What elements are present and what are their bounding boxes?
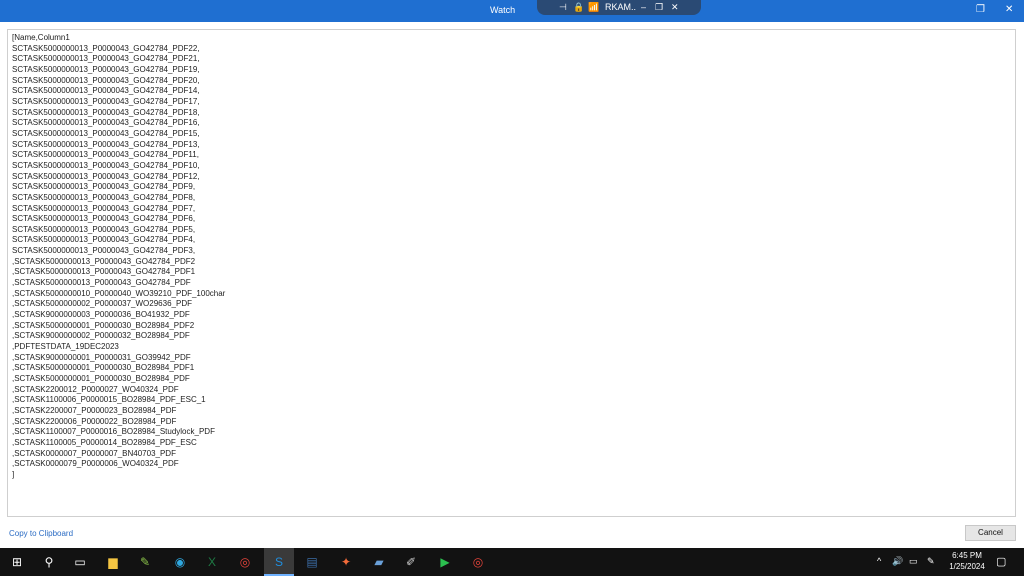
output-line: SCTASK5000000013_P0000043_GO42784_PDF15, <box>12 128 200 138</box>
output-line: ,SCTASK5000000010_P0000040_WO39210_PDF_1… <box>12 288 226 298</box>
window-title: Watch <box>490 5 516 15</box>
output-line: ,SCTASK9000000001_P0000031_GO39942_PDF <box>12 352 191 362</box>
task-view-icon[interactable]: ▭ <box>71 553 89 571</box>
output-line: SCTASK5000000013_P0000043_GO42784_PDF11, <box>12 150 199 160</box>
output-line: ,PDFTESTDATA_19DEC2023 <box>12 342 119 352</box>
output-line: ,SCTASK5000000002_P0000037_WO29636_PDF <box>12 299 192 309</box>
taskbar: ⊞ ⚲ ▭ ▆ ✎ ◉ X ◎ S ▤ ✦ ▰ ✐ ▶ ◎ ^ 🔊 ▭ ✎ ▢ <box>0 548 1024 576</box>
output-line: ,SCTASK5000000013_P0000043_GO42784_PDF2 <box>12 256 196 266</box>
output-line: SCTASK5000000013_P0000043_GO42784_PDF8, <box>12 192 196 202</box>
output-line: SCTASK5000000013_P0000043_GO42784_PDF3, <box>12 246 196 256</box>
lock-icon: 🔒 <box>573 2 585 12</box>
copy-to-clipboard-link[interactable]: Copy to Clipboard <box>9 529 73 538</box>
remote-host-name: RKAM.. <box>605 2 637 12</box>
network-icon[interactable]: ▭ <box>909 556 918 567</box>
output-line: ,SCTASK9000000003_P0000036_BO41932_PDF <box>12 310 190 320</box>
notes-icon[interactable]: ▰ <box>370 553 388 571</box>
output-line: SCTASK5000000013_P0000043_GO42784_PDF18, <box>12 107 200 117</box>
tray-chevron-icon[interactable]: ^ <box>877 556 881 566</box>
output-line: SCTASK5000000013_P0000043_GO42784_PDF13, <box>12 139 200 149</box>
clock-time: 6:45 PM <box>952 551 982 560</box>
output-line: ,SCTASK5000000013_P0000043_GO42784_PDF <box>12 278 191 288</box>
output-line: SCTASK5000000013_P0000043_GO42784_PDF10, <box>12 160 200 170</box>
output-line: SCTASK5000000013_P0000043_GO42784_PDF20, <box>12 75 200 85</box>
edge-icon[interactable]: ◉ <box>171 553 189 571</box>
rdp-close-button[interactable]: ✕ <box>671 1 679 13</box>
remote-desktop-connection-bar[interactable]: ⊣ 🔒 📶 RKAM.. – ❐ ✕ <box>537 0 701 15</box>
output-line: ,SCTASK1100006_P0000015_BO28984_PDF_ESC_… <box>12 395 206 405</box>
output-line: ,SCTASK9000000002_P0000032_BO28984_PDF <box>12 331 190 341</box>
output-line: SCTASK5000000013_P0000043_GO42784_PDF22, <box>12 43 200 53</box>
chrome-icon[interactable]: ◎ <box>236 553 254 571</box>
output-line: SCTASK5000000013_P0000043_GO42784_PDF5, <box>12 224 196 234</box>
output-line: ,SCTASK5000000001_P0000030_BO28984_PDF <box>12 374 190 383</box>
notepad-icon[interactable]: ✎ <box>136 553 154 571</box>
output-line: SCTASK5000000013_P0000043_GO42784_PDF4, <box>12 235 196 245</box>
chrome-profile-icon[interactable]: ◎ <box>469 553 487 571</box>
output-line: ,SCTASK5000000013_P0000043_GO42784_PDF1 <box>12 267 196 277</box>
app-s-icon[interactable]: S <box>270 553 288 571</box>
media-icon[interactable]: ▶ <box>436 553 454 571</box>
output-line: ,SCTASK5000000001_P0000030_BO28984_PDF2 <box>12 320 195 330</box>
paint-icon[interactable]: ✐ <box>402 553 420 571</box>
output-line: SCTASK5000000013_P0000043_GO42784_PDF16, <box>12 118 200 128</box>
output-line: SCTASK5000000013_P0000043_GO42784_PDF7, <box>12 203 196 213</box>
output-line: SCTASK5000000013_P0000043_GO42784_PDF14, <box>12 86 200 96</box>
pin-icon[interactable]: ⊣ <box>559 1 567 13</box>
rdp-restore-button[interactable]: ❐ <box>655 1 663 13</box>
output-line: ,SCTASK1100007_P0000016_BO28984_Studyloc… <box>12 427 215 437</box>
close-button[interactable]: ✕ <box>1005 4 1013 15</box>
excel-icon[interactable]: X <box>203 553 221 571</box>
watch-output-text: [Name,Column1 SCTASK5000000013_P0000043_G… <box>12 33 225 481</box>
output-line: ,SCTASK0000007_P0000007_BN40703_PDF <box>12 448 176 458</box>
visual-studio-icon[interactable]: ▤ <box>303 553 321 571</box>
output-line: SCTASK5000000013_P0000043_GO42784_PDF6, <box>12 214 196 224</box>
output-line: ,SCTASK2200006_P0000022_BO28984_PDF <box>12 416 177 426</box>
watch-output-box[interactable]: [Name,Column1 SCTASK5000000013_P0000043_G… <box>7 29 1016 517</box>
clock-date: 1/25/2024 <box>949 562 985 571</box>
output-line: SCTASK5000000013_P0000043_GO42784_PDF9, <box>12 182 196 192</box>
search-icon[interactable]: ⚲ <box>40 553 58 571</box>
postman-icon[interactable]: ✦ <box>337 553 355 571</box>
title-bar: Watch ⊣ 🔒 📶 RKAM.. – ❐ ✕ ❐ ✕ <box>0 0 1024 22</box>
volume-icon[interactable]: 🔊 <box>892 556 903 567</box>
output-line: SCTASK5000000013_P0000043_GO42784_PDF21, <box>12 54 200 64</box>
output-line: ] <box>12 469 15 479</box>
output-line: SCTASK5000000013_P0000043_GO42784_PDF12, <box>12 171 200 181</box>
output-line: ,SCTASK2200012_P0000027_WO40324_PDF <box>12 384 179 394</box>
notifications-icon[interactable]: ▢ <box>996 555 1006 568</box>
output-line: ,SCTASK1100005_P0000014_BO28984_PDF_ESC <box>12 437 197 447</box>
output-line: [Name,Column1 <box>12 33 70 42</box>
pen-icon[interactable]: ✎ <box>927 556 935 567</box>
restore-button[interactable]: ❐ <box>976 4 985 15</box>
output-line: ,SCTASK0000079_P0000006_WO40324_PDF <box>12 459 179 469</box>
file-explorer-icon[interactable]: ▆ <box>104 553 122 571</box>
output-line: ,SCTASK5000000001_P0000030_BO28984_PDF1 <box>12 363 195 373</box>
output-line: SCTASK5000000013_P0000043_GO42784_PDF17, <box>12 96 200 106</box>
output-line: ,SCTASK2200007_P0000023_BO28984_PDF <box>12 405 177 415</box>
rdp-minimize-button[interactable]: – <box>641 1 646 13</box>
output-line: SCTASK5000000013_P0000043_GO42784_PDF19, <box>12 64 200 74</box>
start-icon[interactable]: ⊞ <box>8 553 26 571</box>
taskbar-clock[interactable]: 6:45 PM 1/25/2024 <box>944 550 990 572</box>
signal-icon[interactable]: 📶 <box>588 1 599 13</box>
cancel-button[interactable]: Cancel <box>965 525 1016 541</box>
